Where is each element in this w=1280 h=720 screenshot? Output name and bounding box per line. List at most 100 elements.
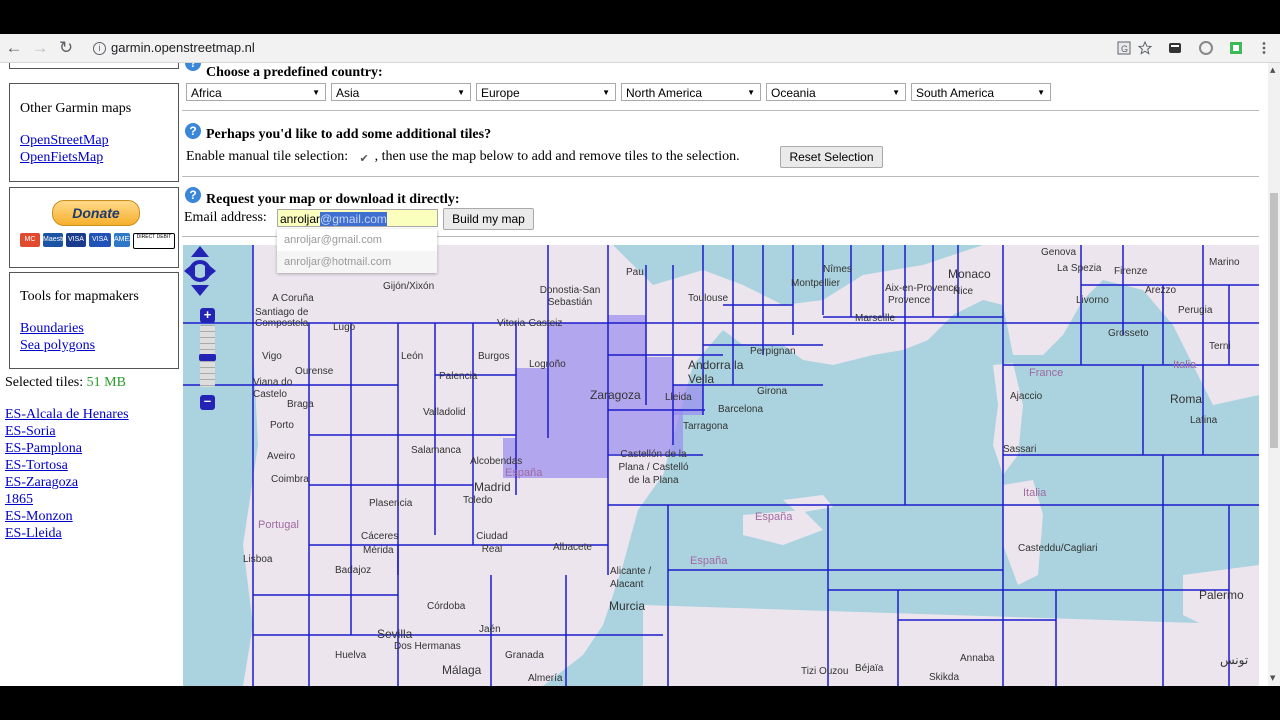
map-label-skikda: Skikda bbox=[929, 672, 960, 683]
tile-link[interactable]: 1865 bbox=[5, 492, 33, 508]
extension-icon-2[interactable] bbox=[1199, 41, 1213, 55]
email-autocomplete-dropdown: anroljar@gmail.com anroljar@hotmail.com bbox=[277, 229, 437, 273]
email-typed-text: anroljar bbox=[280, 212, 321, 226]
browser-toolbar: ← → ↻ i garmin.openstreetmap.nl G bbox=[0, 34, 1280, 63]
sidebar-box-top bbox=[9, 63, 179, 69]
zoom-slider-handle[interactable] bbox=[199, 354, 216, 361]
manual-selection-checkbox[interactable]: ✔ bbox=[358, 152, 371, 165]
scrollbar-thumb[interactable] bbox=[1270, 193, 1278, 448]
map-label-italia1: Italia bbox=[1023, 487, 1047, 499]
map-label-arezzo: Arezzo bbox=[1145, 285, 1177, 296]
donate-button[interactable]: Donate bbox=[52, 200, 140, 226]
tile-link[interactable]: ES-Monzon bbox=[5, 509, 73, 525]
map-label-huelva: Huelva bbox=[335, 650, 367, 661]
north-america-select[interactable]: North America ▼ bbox=[621, 83, 761, 101]
amex-icon: AMEX bbox=[114, 233, 134, 247]
map-label-perpignan: Perpignan bbox=[750, 346, 796, 357]
svg-text:G: G bbox=[1121, 44, 1128, 54]
reset-selection-button[interactable]: Reset Selection bbox=[780, 146, 883, 168]
tile-link[interactable]: ES-Pamplona bbox=[5, 441, 82, 457]
map-label-lugo: Lugo bbox=[333, 322, 356, 333]
openstreetmap-link[interactable]: OpenStreetMap bbox=[20, 133, 109, 149]
map-label-latina: Latina bbox=[1190, 415, 1218, 426]
extension-icon[interactable] bbox=[1168, 41, 1182, 55]
map-label-firenze: Firenze bbox=[1114, 266, 1148, 277]
selected-tiles-text: Selected tiles: bbox=[5, 375, 84, 390]
oceania-select[interactable]: Oceania ▼ bbox=[766, 83, 906, 101]
help-icon[interactable]: ? bbox=[185, 63, 201, 71]
map-label-cordoba: Córdoba bbox=[427, 601, 466, 612]
map-label-madrid: Madrid bbox=[474, 480, 511, 494]
map-label-ajaccio: Ajaccio bbox=[1010, 391, 1043, 402]
asia-select[interactable]: Asia ▼ bbox=[331, 83, 471, 101]
tile-link[interactable]: ES-Soria bbox=[5, 424, 56, 440]
extension-icon-3[interactable] bbox=[1229, 41, 1243, 55]
tile-link[interactable]: ES-Tortosa bbox=[5, 458, 68, 474]
pan-arrows-control[interactable] bbox=[183, 245, 217, 297]
map-label-jaen: Jaén bbox=[479, 624, 501, 635]
divider bbox=[182, 110, 1259, 111]
map-label-burgos: Burgos bbox=[478, 351, 510, 362]
email-suggestion-item[interactable]: anroljar@hotmail.com bbox=[277, 251, 437, 273]
map-label-tarragona: Tarragona bbox=[683, 421, 729, 432]
email-suggestion-item[interactable]: anroljar@gmail.com bbox=[277, 229, 437, 251]
map-label-alcobendas: Alcobendas bbox=[470, 456, 523, 467]
oceania-select-value: Oceania bbox=[771, 86, 816, 100]
south-america-select[interactable]: South America ▼ bbox=[911, 83, 1051, 101]
map-label-albacete: Albacete bbox=[553, 542, 592, 553]
europe-select[interactable]: Europe ▼ bbox=[476, 83, 616, 101]
map-label-caceres: Cáceres bbox=[361, 531, 399, 542]
map-label-palermo: Palermo bbox=[1199, 588, 1244, 602]
zoom-out-button[interactable]: – bbox=[200, 394, 215, 410]
dropdown-arrow-icon: ▼ bbox=[312, 88, 320, 97]
map-label-braga: Braga bbox=[287, 399, 314, 410]
tools-title: Tools for mapmakers bbox=[20, 289, 139, 304]
build-my-map-button[interactable]: Build my map bbox=[443, 208, 534, 230]
africa-select[interactable]: Africa ▼ bbox=[186, 83, 326, 101]
map-label-laspezia: La Spezia bbox=[1057, 263, 1102, 274]
reload-icon[interactable]: ↻ bbox=[56, 38, 76, 58]
site-info-icon[interactable]: i bbox=[93, 42, 106, 55]
map-label-lisboa: Lisboa bbox=[243, 554, 273, 565]
map-label-lleida: Lleida bbox=[665, 392, 692, 403]
sea-polygons-link[interactable]: Sea polygons bbox=[20, 338, 95, 354]
bookmark-star-icon[interactable] bbox=[1138, 41, 1152, 55]
forward-icon[interactable]: → bbox=[30, 38, 50, 58]
request-heading: Request your map or download it directly… bbox=[206, 192, 460, 207]
map-label-palencia: Palencia bbox=[439, 371, 478, 382]
map-label-provence: Provence bbox=[888, 295, 931, 306]
africa-select-value: Africa bbox=[191, 86, 222, 100]
boundaries-link[interactable]: Boundaries bbox=[20, 321, 84, 337]
map-label-leon: León bbox=[401, 351, 424, 362]
map-label-badajoz: Badajoz bbox=[335, 565, 372, 576]
map-label-bejaia: Béjaïa bbox=[855, 663, 884, 674]
map-label-annaba: Annaba bbox=[960, 653, 995, 664]
map-label-sevilla: Sevilla bbox=[377, 627, 413, 641]
tile-link[interactable]: ES-Lleida bbox=[5, 526, 62, 542]
divider bbox=[182, 176, 1259, 177]
address-bar[interactable]: garmin.openstreetmap.nl bbox=[111, 40, 255, 55]
email-input[interactable]: anroljar@gmail.com bbox=[277, 209, 438, 227]
manual-selection-row: Enable manual tile selection: ✔, then us… bbox=[186, 149, 740, 165]
help-icon[interactable]: ? bbox=[185, 123, 201, 139]
menu-icon[interactable] bbox=[1257, 41, 1271, 55]
top-black-bar bbox=[0, 0, 1280, 34]
zoom-in-button[interactable]: + bbox=[200, 308, 215, 323]
back-icon[interactable]: ← bbox=[4, 38, 24, 58]
dropdown-arrow-icon: ▼ bbox=[892, 88, 900, 97]
help-icon[interactable]: ? bbox=[185, 187, 201, 203]
tile-selection-map[interactable]: Genova Monaco Nice Marseille Provence Ai… bbox=[183, 245, 1259, 686]
map-label-terni: Terni bbox=[1209, 341, 1231, 352]
scroll-down-arrow-icon[interactable]: ▼ bbox=[1270, 674, 1275, 682]
tile-link[interactable]: ES-Zaragoza bbox=[5, 475, 78, 491]
dropdown-arrow-icon: ▼ bbox=[457, 88, 465, 97]
map-label-ourense: Ourense bbox=[295, 366, 334, 377]
tile-link[interactable]: ES-Alcala de Henares bbox=[5, 407, 129, 423]
vertical-scrollbar[interactable]: ▲ ▼ bbox=[1268, 63, 1280, 686]
map-label-sassari: Sassari bbox=[1003, 444, 1037, 455]
map-label-murcia: Murcia bbox=[609, 599, 646, 613]
openfietsmap-link[interactable]: OpenFietsMap bbox=[20, 150, 103, 166]
translate-icon[interactable]: G bbox=[1117, 41, 1131, 55]
map-label-cagliari: Casteddu/Cagliari bbox=[1018, 543, 1098, 554]
scroll-up-arrow-icon[interactable]: ▲ bbox=[1270, 66, 1275, 74]
